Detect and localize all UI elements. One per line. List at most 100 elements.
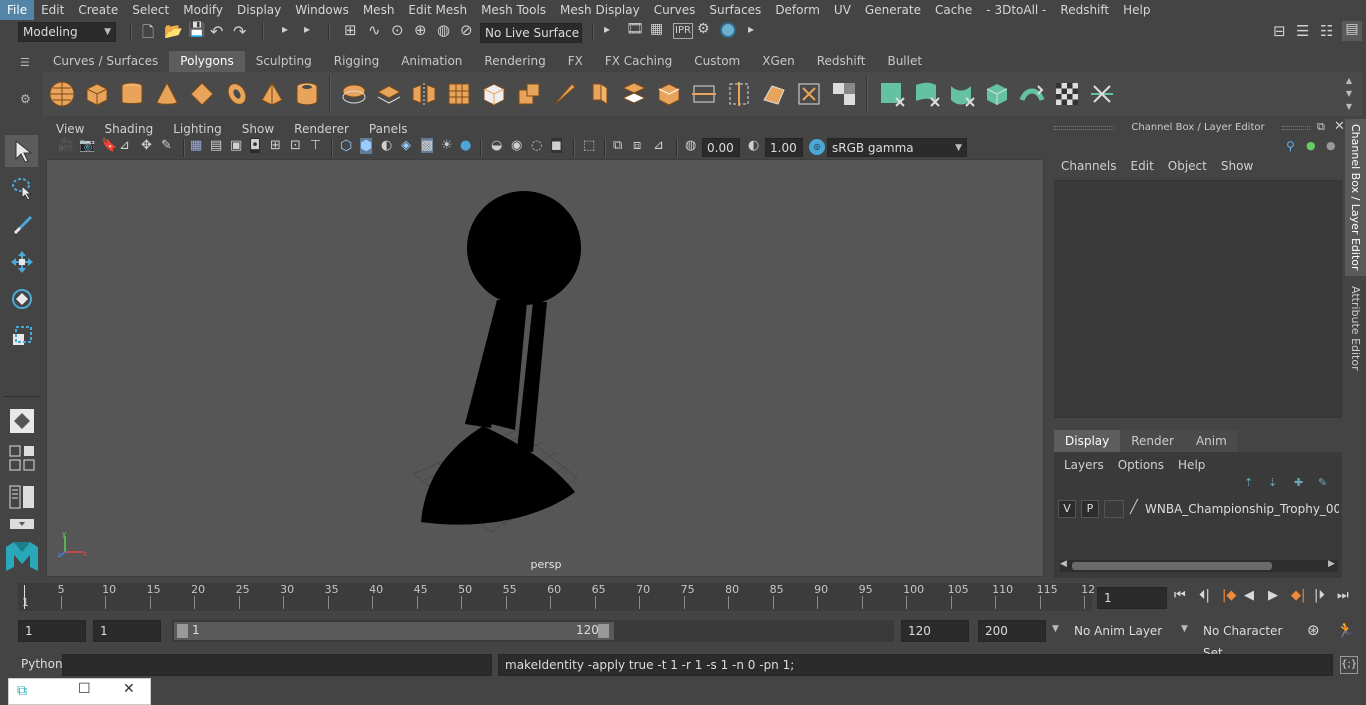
field-chart-icon[interactable]: ⊞	[270, 138, 281, 153]
channel-menu-object[interactable]: Object	[1161, 159, 1214, 173]
shelf-tab-animation[interactable]: Animation	[390, 51, 473, 72]
anim-end-field[interactable]: 120	[901, 620, 969, 642]
step-forward-frame-icon[interactable]: |⏵	[1314, 588, 1325, 603]
channel-options-icon[interactable]: ⚲	[1286, 139, 1295, 153]
shelf-tab-sculpting[interactable]: Sculpting	[245, 51, 323, 72]
script-language-toggle[interactable]: Python	[21, 657, 63, 671]
toggle-modeling-toolkit-icon[interactable]: ⊟	[1273, 22, 1286, 40]
channel-box-area[interactable]	[1054, 180, 1342, 418]
time-slider[interactable]: 1 5 10 15 20 25 30 35 40 45 50 55 60 65 70 75 80 85 90 95 10…	[18, 583, 1095, 611]
menu-display[interactable]: Display	[230, 0, 288, 20]
maximize-icon[interactable]: ☐	[78, 681, 91, 697]
shelf-tab-menu-icon[interactable]: ☰	[20, 56, 34, 70]
ambient-occlusion-icon[interactable]: ⧉	[613, 138, 622, 153]
move-tool-icon[interactable]	[5, 246, 38, 278]
snap-grid-icon[interactable]: ⊞	[344, 21, 357, 39]
xray-components-icon[interactable]: ◌	[531, 138, 542, 153]
menu-create[interactable]: Create	[71, 0, 125, 20]
animation-preferences-icon[interactable]: 🏃	[1336, 621, 1355, 639]
menu-generate[interactable]: Generate	[858, 0, 928, 20]
paint-select-tool-icon[interactable]	[5, 209, 38, 241]
hypershade-icon[interactable]	[720, 22, 736, 38]
step-forward-key-icon[interactable]: ◆|	[1291, 588, 1305, 603]
menu-mesh-display[interactable]: Mesh Display	[553, 0, 647, 20]
motion-blur-icon[interactable]: ⧈	[633, 138, 641, 153]
single-perspective-layout-icon[interactable]	[5, 405, 38, 437]
shelf-tab-fx[interactable]: FX	[557, 51, 594, 72]
channel-menu-channels[interactable]: Channels	[1054, 159, 1124, 173]
shelf-tab-bullet[interactable]: Bullet	[876, 51, 933, 72]
channel-menu-edit[interactable]: Edit	[1124, 159, 1161, 173]
camera-attributes-icon[interactable]: 📷	[79, 138, 95, 153]
select-camera-icon[interactable]: 🎥	[58, 138, 74, 153]
scale-tool-icon[interactable]	[5, 320, 38, 352]
safe-title-icon[interactable]: ⊤	[310, 138, 321, 153]
anim-layer-dropdown[interactable]: No Anim Layer	[1066, 620, 1166, 642]
color-space-dropdown[interactable]: sRGB gamma ▼	[827, 138, 967, 157]
live-surface-field[interactable]: No Live Surface	[480, 23, 582, 43]
gamma-icon[interactable]: ◐	[748, 138, 759, 153]
current-time-indicator[interactable]	[24, 585, 25, 609]
undo-icon[interactable]: ↶	[210, 22, 223, 41]
poly-cone-icon[interactable]	[153, 80, 181, 108]
shelf-tab-redshift[interactable]: Redshift	[806, 51, 877, 72]
redo-icon[interactable]: ↷	[233, 22, 246, 41]
gate-mask-icon[interactable]: ◘	[250, 138, 261, 153]
layer-menu-layers[interactable]: Layers	[1064, 458, 1118, 472]
textured-icon[interactable]: ▩	[421, 138, 434, 153]
quad-draw-icon[interactable]	[830, 80, 858, 108]
poly-pyramid-icon[interactable]	[258, 80, 286, 108]
reduce-icon[interactable]	[480, 80, 508, 108]
close-panel-icon[interactable]: ✕	[1334, 119, 1345, 134]
viewport-menu-panels[interactable]: Panels	[359, 119, 418, 139]
move-layer-up-icon[interactable]: ⇡	[1244, 476, 1253, 489]
uv-spherical-icon[interactable]	[948, 80, 976, 108]
move-layer-down-icon[interactable]: ⇣	[1268, 476, 1277, 489]
uv-cylindrical-icon[interactable]	[913, 80, 941, 108]
save-scene-icon[interactable]: 💾	[188, 22, 205, 38]
multi-cut-icon[interactable]	[690, 80, 718, 108]
poly-plane-icon[interactable]	[188, 80, 216, 108]
input-output-icon[interactable]: ▸	[604, 22, 610, 36]
mode-dropdown[interactable]: Modeling ▼	[18, 22, 116, 42]
select-highlight-icon[interactable]: ⬚	[583, 138, 595, 153]
range-slider-bar[interactable]	[174, 622, 614, 640]
viewport-menu-renderer[interactable]: Renderer	[284, 119, 359, 139]
anim-start-field[interactable]: 1	[93, 620, 161, 642]
poly-cube-icon[interactable]	[83, 80, 111, 108]
shelf-settings-icon[interactable]: ⚙	[20, 92, 34, 106]
snap-point-icon[interactable]: ⊙	[391, 21, 404, 39]
layer-menu-options[interactable]: Options	[1118, 458, 1178, 472]
exposure-icon[interactable]: ◍	[685, 138, 696, 153]
shelf-tab-curves-surfaces[interactable]: Curves / Surfaces	[42, 51, 169, 72]
combine-icon[interactable]	[340, 80, 368, 108]
auto-key-icon[interactable]: ⊛	[1307, 621, 1320, 639]
anti-aliasing-icon[interactable]: ⊿	[653, 138, 664, 153]
trophy-model[interactable]	[47, 160, 1045, 578]
current-frame-value[interactable]: 1	[1097, 587, 1167, 609]
menu-curves[interactable]: Curves	[647, 0, 703, 20]
perspective-viewport[interactable]: y x z persp	[46, 159, 1044, 577]
gamma-field[interactable]: 1.00	[765, 138, 803, 157]
snap-curve-icon[interactable]: ∿	[368, 21, 381, 39]
append-polygon-icon[interactable]	[760, 80, 788, 108]
extrude-icon[interactable]	[585, 80, 613, 108]
poly-torus-icon[interactable]	[223, 80, 251, 108]
expand-icon[interactable]: ▸	[748, 22, 754, 36]
viewport-menu-view[interactable]: View	[46, 119, 94, 139]
scroll-left-icon[interactable]: ◀	[1060, 559, 1067, 569]
viewport-menu-show[interactable]: Show	[232, 119, 284, 139]
shelf-tab-fx-caching[interactable]: FX Caching	[594, 51, 683, 72]
menu-modify[interactable]: Modify	[176, 0, 230, 20]
new-empty-layer-icon[interactable]: ✚	[1294, 476, 1303, 489]
menu-edit[interactable]: Edit	[34, 0, 71, 20]
menu-mesh-tools[interactable]: Mesh Tools	[474, 0, 553, 20]
scrollbar-thumb[interactable]	[1072, 562, 1272, 570]
make-live-icon[interactable]: ⊘	[460, 21, 473, 39]
toggle-attribute-editor-icon[interactable]: ☰	[1296, 22, 1309, 40]
exposure-field[interactable]: 0.00	[702, 138, 740, 157]
play-backwards-icon[interactable]: ◀	[1244, 588, 1254, 603]
uv-automatic-icon[interactable]	[983, 80, 1011, 108]
chevron-down-icon[interactable]: ▼	[1181, 624, 1188, 634]
menu-edit-mesh[interactable]: Edit Mesh	[401, 0, 474, 20]
